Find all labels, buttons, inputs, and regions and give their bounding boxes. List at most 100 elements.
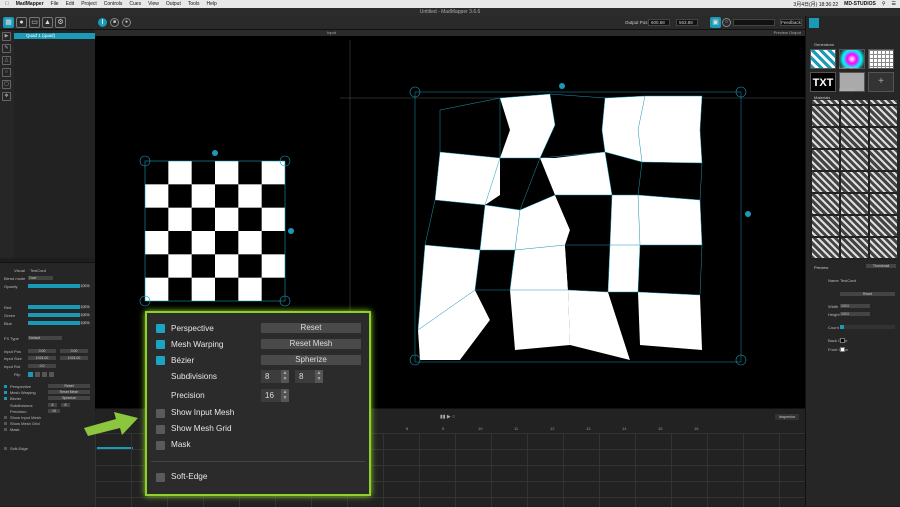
- perspective-checkbox-zoom[interactable]: [156, 324, 165, 333]
- txt-thumb[interactable]: TXT: [810, 72, 836, 92]
- subdivisions-y-stepper[interactable]: ▲ ▼: [315, 370, 323, 383]
- back-color-swatch[interactable]: [840, 338, 845, 343]
- show-mesh-grid-checkbox[interactable]: [4, 422, 7, 425]
- input-size-x[interactable]: 1024.00: [28, 356, 56, 360]
- pause-icon[interactable]: ❙: [98, 18, 107, 27]
- bezier-label: Bézier: [10, 396, 22, 401]
- menu-bar:  MadMapper File Edit Project Controls C…: [0, 0, 900, 8]
- menu-file[interactable]: File: [51, 1, 59, 7]
- subdivisions-x[interactable]: 8: [48, 403, 57, 407]
- menu-output[interactable]: Output: [166, 1, 181, 7]
- width-field[interactable]: 1024: [840, 304, 870, 308]
- shapes-tool-icon[interactable]: ❖: [2, 92, 11, 101]
- add-generator-icon[interactable]: +: [868, 72, 894, 92]
- select-tool-icon[interactable]: ▶: [2, 32, 11, 41]
- network-icon[interactable]: ▲: [42, 17, 53, 28]
- apple-icon[interactable]: : [5, 1, 9, 7]
- reset-button[interactable]: Reset: [48, 384, 90, 388]
- output-select[interactable]: [733, 19, 775, 26]
- precision-stepper[interactable]: ▲ ▼: [281, 389, 289, 402]
- menu-help[interactable]: Help: [207, 1, 217, 7]
- input-size-y[interactable]: 1024.00: [60, 356, 88, 360]
- bulb-icon[interactable]: ●: [16, 17, 27, 28]
- mapping-mode-icon[interactable]: ▦: [3, 17, 14, 28]
- gear-icon[interactable]: ⚙: [55, 17, 66, 28]
- flip-both-icon[interactable]: [42, 372, 47, 377]
- checker-square: [145, 254, 169, 278]
- search-icon[interactable]: ⚲: [882, 1, 886, 7]
- grid-gen-thumb[interactable]: [868, 49, 894, 69]
- transport-controls[interactable]: ▮▮ ▶ ○: [440, 414, 455, 420]
- layer-item-quad[interactable]: Quad 1 (quad): [14, 33, 95, 39]
- green-slider[interactable]: [28, 313, 80, 317]
- screen-icon[interactable]: ▭: [29, 17, 40, 28]
- record-icon[interactable]: ●: [122, 18, 131, 27]
- mask-checkbox[interactable]: [4, 428, 7, 431]
- menu-view[interactable]: View: [148, 1, 159, 7]
- testcard-thumb[interactable]: [810, 49, 836, 69]
- bezier-checkbox-zoom[interactable]: [156, 356, 165, 365]
- flip-v-icon[interactable]: [35, 372, 40, 377]
- output-pos-x-field[interactable]: 600.88: [648, 19, 670, 26]
- mesh-warping-checkbox-zoom[interactable]: [156, 340, 165, 349]
- link-icon[interactable]: ○: [722, 18, 731, 27]
- mask-checkbox-zoom[interactable]: [156, 441, 165, 450]
- visual-value[interactable]: TestCard: [30, 268, 46, 273]
- precision-field[interactable]: 16: [48, 409, 60, 413]
- stop-icon[interactable]: ■: [110, 18, 119, 27]
- app-menu[interactable]: MadMapper: [16, 1, 44, 7]
- library-tab-icon[interactable]: [809, 18, 819, 28]
- spherize-button[interactable]: Spherize: [48, 396, 90, 400]
- feedback-button[interactable]: Feedback: [780, 19, 802, 26]
- subdivisions-y-zoom[interactable]: 8: [295, 370, 315, 383]
- blue-slider[interactable]: [28, 321, 80, 325]
- input-pos-x[interactable]: 0.00: [28, 349, 56, 353]
- materials-grid[interactable]: [810, 100, 897, 260]
- mask-tool-icon[interactable]: ▢: [2, 80, 11, 89]
- menu-project[interactable]: Project: [81, 1, 97, 7]
- front-color-swatch[interactable]: [840, 347, 845, 352]
- subdivisions-x-stepper[interactable]: ▲ ▼: [281, 370, 289, 383]
- name-value[interactable]: TestCard: [840, 278, 856, 283]
- soft-edge-checkbox[interactable]: [4, 447, 7, 450]
- blue-value: 100%: [80, 321, 90, 325]
- red-slider[interactable]: [28, 305, 80, 309]
- soft-edge-checkbox-zoom[interactable]: [156, 473, 165, 482]
- perspective-checkbox[interactable]: [4, 385, 7, 388]
- reset-mesh-button-zoom[interactable]: Reset Mesh: [261, 339, 361, 349]
- spherize-button-zoom[interactable]: Spherize: [261, 355, 361, 365]
- precision-field-zoom[interactable]: 16: [261, 389, 281, 402]
- blend-select[interactable]: Over: [28, 276, 53, 280]
- thumbnail-select[interactable]: Thumbnail: [866, 264, 896, 268]
- menu-controls[interactable]: Controls: [104, 1, 123, 7]
- reset-mesh-button[interactable]: Reset Mesh: [48, 390, 90, 394]
- output-view[interactable]: Preview Output: [340, 30, 805, 408]
- show-input-mesh-checkbox-zoom[interactable]: [156, 409, 165, 418]
- circle-tool-icon[interactable]: ○: [2, 68, 11, 77]
- subdivisions-y[interactable]: 8: [61, 403, 70, 407]
- menu-cues[interactable]: Cues: [129, 1, 141, 7]
- output-icon[interactable]: ▣: [710, 17, 721, 28]
- flip-none-icon[interactable]: [49, 372, 54, 377]
- flip-h-icon[interactable]: [28, 372, 33, 377]
- inspector-button[interactable]: Inspector: [775, 414, 799, 420]
- right-reset-button[interactable]: Reset: [840, 292, 895, 296]
- reset-button-zoom[interactable]: Reset: [261, 323, 361, 333]
- height-field[interactable]: 1024: [840, 312, 870, 316]
- show-input-mesh-checkbox[interactable]: [4, 416, 7, 419]
- list-icon[interactable]: ☰: [892, 1, 896, 7]
- output-pos-y-field[interactable]: 563.88: [676, 19, 698, 26]
- input-pos-y[interactable]: 0.00: [60, 349, 88, 353]
- fx-type-select[interactable]: Default: [28, 336, 62, 340]
- triangle-tool-icon[interactable]: △: [2, 56, 11, 65]
- pen-tool-icon[interactable]: ✎: [2, 44, 11, 53]
- count-slider[interactable]: [840, 325, 895, 329]
- show-mesh-grid-checkbox-zoom[interactable]: [156, 425, 165, 434]
- bezier-checkbox[interactable]: [4, 397, 7, 400]
- opacity-slider[interactable]: [28, 284, 80, 288]
- mesh-warping-checkbox[interactable]: [4, 391, 7, 394]
- menu-edit[interactable]: Edit: [66, 1, 75, 7]
- menu-tools[interactable]: Tools: [188, 1, 200, 7]
- subdivisions-x-zoom[interactable]: 8: [261, 370, 281, 383]
- input-rot-field[interactable]: 0.0: [28, 364, 56, 368]
